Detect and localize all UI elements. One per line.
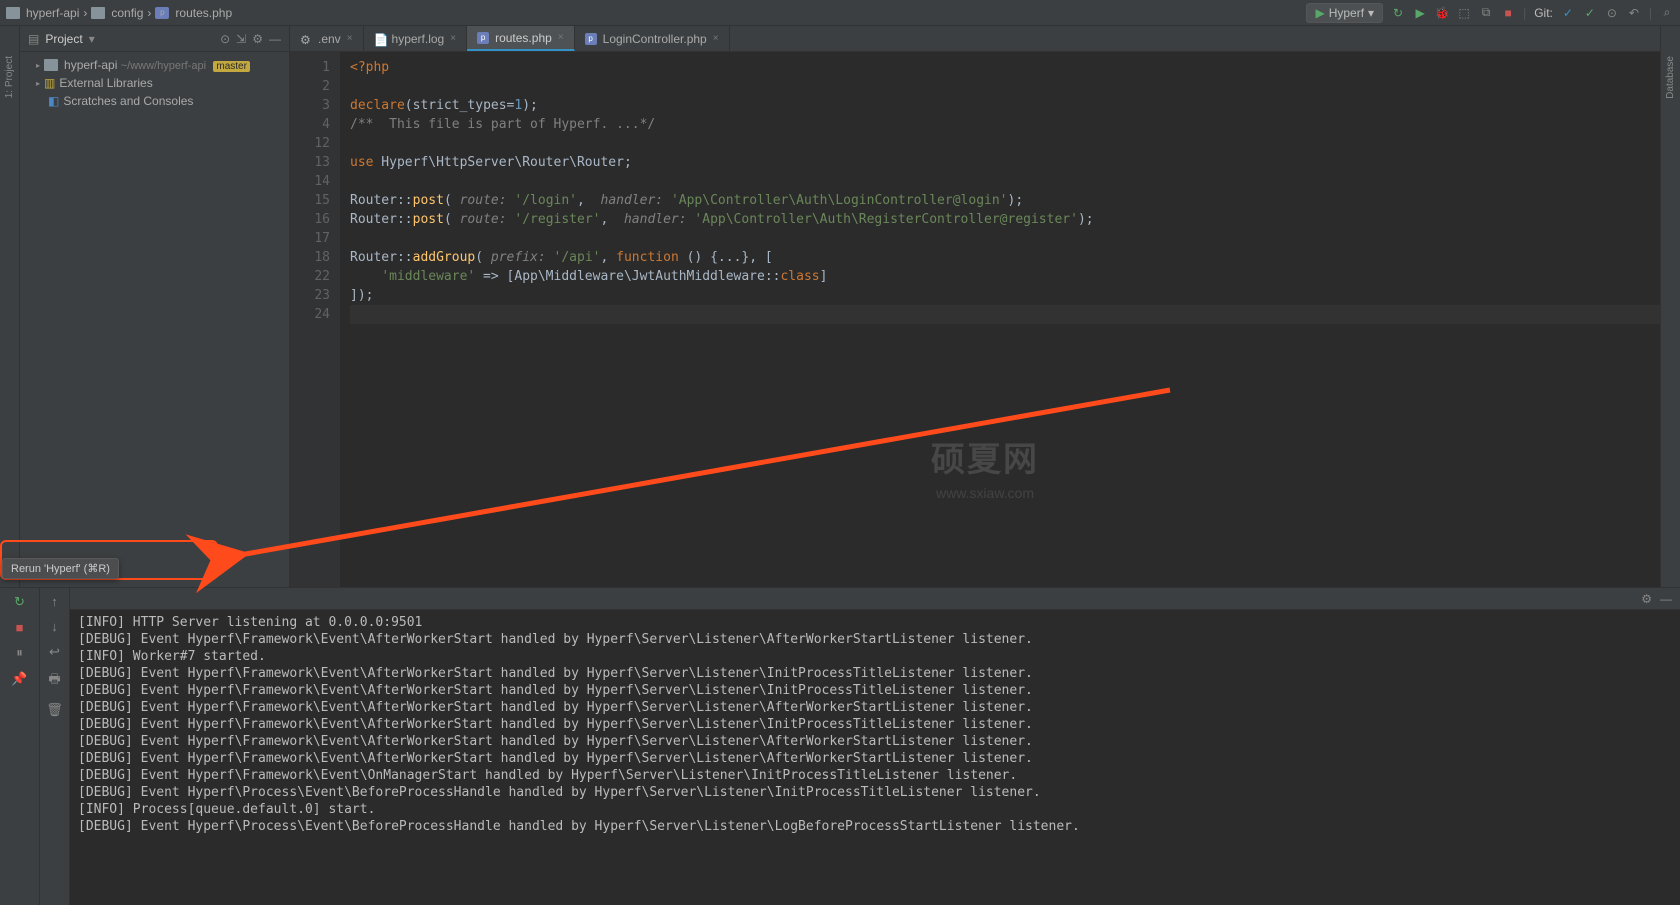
breadcrumb-file[interactable]: routes.php [175,6,232,20]
chevron-right-icon[interactable]: ▸ [36,79,40,88]
console-output[interactable]: [INFO] HTTP Server listening at 0.0.0.0:… [70,610,1680,905]
console-body: ⚙ — [INFO] HTTP Server listening at 0.0.… [70,588,1680,905]
sidebar-title: Project [45,32,82,46]
pin-tab-button[interactable]: 📌 [11,671,27,687]
play-icon: ▶ [1315,6,1324,20]
tree-label: External Libraries [59,76,152,90]
stop-button[interactable]: ■ [16,620,24,635]
separator: | [1523,6,1526,20]
pause-output-button[interactable]: ⏸ [16,645,23,661]
clear-button[interactable]: 🗑 [46,702,63,718]
git-label: Git: [1534,6,1553,20]
close-icon[interactable]: × [347,33,353,44]
hide-icon[interactable]: — [269,32,281,46]
console-header: ⚙ — [70,588,1680,610]
coverage-icon[interactable]: ⬚ [1457,6,1471,20]
chevron-right-icon[interactable]: ▸ [36,61,40,70]
tab-label: .env [318,32,341,46]
rerun-tooltip: Rerun 'Hyperf' (⌘R) [2,558,119,579]
env-icon: ⚙ [300,33,312,45]
rerun-button[interactable]: ↻ [14,594,25,610]
tree-row-scratches[interactable]: ◧ Scratches and Consoles [20,92,289,110]
git-history-icon[interactable]: ⊙ [1605,6,1619,20]
tab-env[interactable]: ⚙ .env × [290,26,364,51]
tab-routes[interactable]: p routes.php × [467,26,575,51]
code-editor[interactable]: 123412131415161718222324 <?phpdeclare(st… [290,52,1680,587]
close-icon[interactable]: × [558,32,564,43]
search-icon[interactable]: ⌕ [1660,6,1674,20]
toolbar-actions: ▶ Hyperf ▾ ↻ ▶ 🐞 ⬚ ⧉ ■ | Git: ✓ ✓ ⊙ ↶ | … [1306,3,1674,23]
log-icon: 📄 [374,33,386,45]
scroll-up-button[interactable]: ↑ [51,594,58,609]
editor-tabs: ⚙ .env × 📄 hyperf.log × p routes.php × p… [290,26,1680,52]
chevron-down-icon: ▾ [1368,6,1374,20]
close-icon[interactable]: × [713,33,719,44]
chevron-down-icon[interactable]: ▾ [89,32,95,46]
run-config-name: Hyperf [1329,6,1364,20]
project-tree[interactable]: ▸ hyperf-api ~/www/hyperf-api master ▸ ▥… [20,52,289,114]
separator: | [1649,6,1652,20]
chevron-right-icon: › [83,6,87,20]
folder-icon [6,7,20,19]
console-left-toolbar: ↻ ■ ⏸ 📌 [0,588,40,905]
tab-label: routes.php [495,31,552,45]
php-icon: p [155,7,169,19]
collapse-icon[interactable]: ⇲ [236,32,246,46]
debug-icon[interactable]: 🐞 [1435,6,1449,20]
library-icon: ▥ [44,76,55,90]
project-sidebar: ▤ Project ▾ ⊙ ⇲ ⚙ — ▸ hyperf-api ~/www/h… [20,26,290,587]
breadcrumb-folder[interactable]: config [111,6,143,20]
console-left-toolbar2: ↑ ↓ ↩ 🖶 🗑 [40,588,70,905]
breadcrumb-root[interactable]: hyperf-api [26,6,79,20]
tree-row-root[interactable]: ▸ hyperf-api ~/www/hyperf-api master [20,56,289,74]
run-icon[interactable]: ▶ [1413,6,1427,20]
close-icon[interactable]: × [450,33,456,44]
git-commit-icon[interactable]: ✓ [1583,6,1597,20]
tab-log[interactable]: 📄 hyperf.log × [364,26,468,51]
php-icon: p [477,32,489,44]
database-tool-button[interactable]: Database [1665,56,1676,99]
scratch-icon: ◧ [48,94,59,108]
git-update-icon[interactable]: ✓ [1561,6,1575,20]
top-toolbar: hyperf-api › config › p routes.php ▶ Hyp… [0,0,1680,26]
soft-wrap-button[interactable]: ↩ [49,644,60,660]
print-button[interactable]: 🖶 [48,670,60,692]
gear-icon[interactable]: ⚙ [1641,592,1652,606]
project-icon: ▤ [28,32,39,46]
folder-icon [91,7,105,19]
folder-icon [44,59,58,71]
chevron-right-icon: › [147,6,151,20]
hide-icon[interactable]: — [1660,592,1672,606]
left-tool-rail: 1: Project [0,26,20,587]
php-icon: p [585,33,597,45]
git-revert-icon[interactable]: ↶ [1627,6,1641,20]
tab-label: hyperf.log [392,32,445,46]
stop-icon[interactable]: ■ [1501,6,1515,20]
sidebar-header: ▤ Project ▾ ⊙ ⇲ ⚙ — [20,26,289,52]
locate-icon[interactable]: ⊙ [220,32,230,46]
rerun-icon[interactable]: ↻ [1391,6,1405,20]
profiler-icon[interactable]: ⧉ [1479,6,1493,20]
tree-label: hyperf-api ~/www/hyperf-api master [64,58,250,72]
tree-row-libraries[interactable]: ▸ ▥ External Libraries [20,74,289,92]
editor-area: ⚙ .env × 📄 hyperf.log × p routes.php × p… [290,26,1680,587]
scroll-down-button[interactable]: ↓ [51,619,58,634]
run-config-selector[interactable]: ▶ Hyperf ▾ [1306,3,1383,23]
project-tool-button[interactable]: 1: Project [4,56,15,98]
tab-logincontroller[interactable]: p LoginController.php × [575,26,730,51]
line-gutter: 123412131415161718222324 [290,52,340,587]
tree-label: Scratches and Consoles [63,94,193,108]
breadcrumb[interactable]: hyperf-api › config › p routes.php [6,6,232,20]
gear-icon[interactable]: ⚙ [252,32,263,46]
code-content[interactable]: <?phpdeclare(strict_types=1);/** This fi… [340,52,1666,587]
run-console: ↻ ■ ⏸ 📌 ↑ ↓ ↩ 🖶 🗑 ⚙ — [INFO] HTTP Server… [0,587,1680,905]
tab-label: LoginController.php [603,32,707,46]
